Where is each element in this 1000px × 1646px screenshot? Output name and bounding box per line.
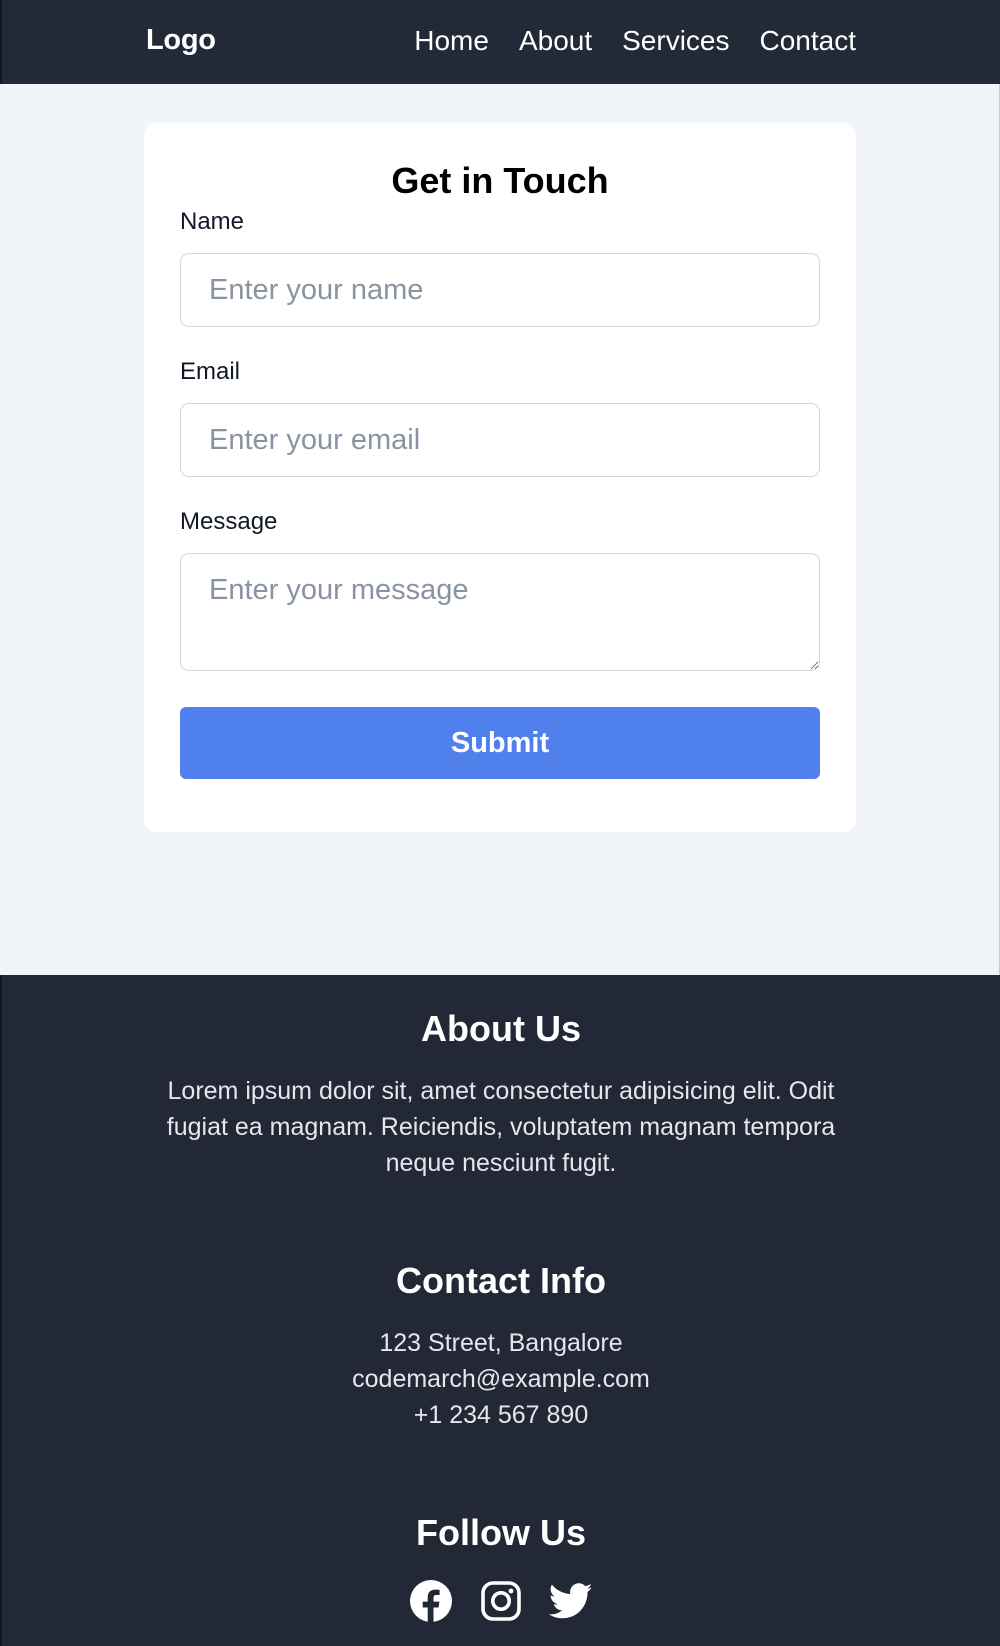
submit-button[interactable]: Submit bbox=[180, 707, 820, 779]
main-nav: Home About Services Contact bbox=[414, 24, 856, 58]
site-footer: About Us Lorem ipsum dolor sit, amet con… bbox=[0, 975, 1000, 1646]
email-label: Email bbox=[180, 358, 241, 385]
contact-form-card: Get in Touch Name Email Message Submit bbox=[144, 123, 856, 832]
nav-contact-link[interactable]: Contact bbox=[760, 24, 857, 58]
facebook-icon[interactable] bbox=[409, 1579, 453, 1623]
name-label: Name bbox=[180, 208, 245, 235]
logo[interactable]: Logo bbox=[146, 24, 216, 57]
follow-us-heading: Follow Us bbox=[416, 1512, 586, 1553]
twitter-icon[interactable] bbox=[549, 1579, 593, 1623]
form-title: Get in Touch bbox=[391, 160, 609, 201]
nav-services-link[interactable]: Services bbox=[622, 24, 729, 58]
about-text: Lorem ipsum dolor sit, amet consectetur … bbox=[166, 1077, 836, 1177]
message-textarea[interactable] bbox=[180, 553, 820, 671]
top-navbar: Logo Home About Services Contact bbox=[0, 0, 1000, 84]
contact-info: 123 Street, Bangalore codemarch@example.… bbox=[2, 1325, 1000, 1433]
contact-info-heading: Contact Info bbox=[396, 1260, 606, 1301]
contact-address: 123 Street, Bangalore bbox=[379, 1329, 623, 1357]
message-label: Message bbox=[180, 508, 278, 535]
contact-phone: +1 234 567 890 bbox=[413, 1401, 589, 1429]
social-links bbox=[2, 1579, 1000, 1623]
instagram-icon[interactable] bbox=[479, 1579, 523, 1623]
email-input[interactable] bbox=[180, 403, 820, 477]
contact-email: codemarch@example.com bbox=[352, 1365, 650, 1393]
name-input[interactable] bbox=[180, 253, 820, 327]
page: Logo Home About Services Contact Get in … bbox=[0, 0, 1000, 1646]
nav-home-link[interactable]: Home bbox=[414, 24, 489, 58]
about-heading: About Us bbox=[421, 1008, 581, 1049]
nav-about-link[interactable]: About bbox=[519, 24, 592, 58]
